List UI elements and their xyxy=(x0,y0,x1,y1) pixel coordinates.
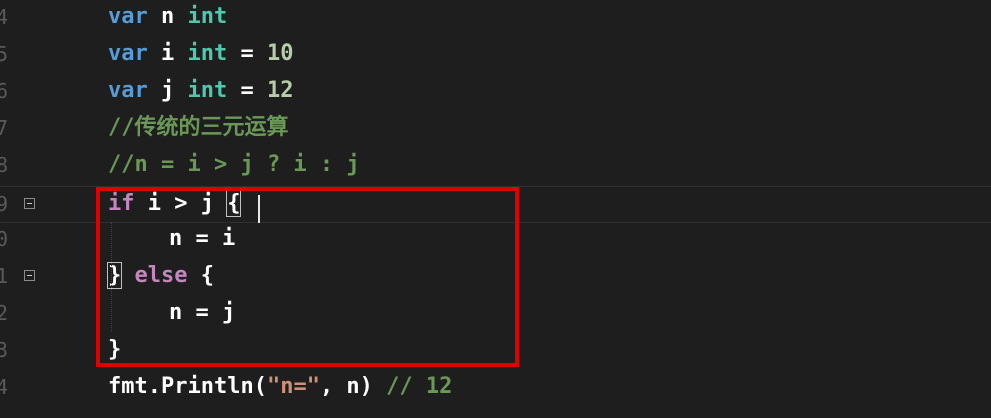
type-token: int xyxy=(187,78,228,103)
code-line[interactable]: 5 var i int = 10 xyxy=(0,37,991,74)
fold-collapse-icon[interactable] xyxy=(24,198,35,209)
comment-token: // 12 xyxy=(386,374,453,399)
keyword-token: var xyxy=(108,41,148,66)
line-number: 6 xyxy=(0,79,8,103)
line-number: 1 xyxy=(0,264,8,288)
function-call-token: fmt.Println( xyxy=(108,374,267,399)
line-number: 4 xyxy=(0,5,8,29)
keyword-token: var xyxy=(108,4,148,29)
line-number: 8 xyxy=(0,153,8,177)
line-number: 2 xyxy=(0,301,8,325)
annotation-highlight-box xyxy=(96,187,519,367)
code-editor[interactable]: 4 var n int 5 var i int = 10 6 var j int… xyxy=(0,0,991,418)
code-line[interactable]: 4 var n int xyxy=(0,0,991,37)
line-number: 4 xyxy=(0,375,8,399)
line-number: 5 xyxy=(0,42,8,66)
identifier-token: n xyxy=(161,4,175,29)
code-line[interactable]: 8 //n = i > j ? i : j xyxy=(0,148,991,185)
number-token: 10 xyxy=(267,41,294,66)
type-token: int xyxy=(187,4,228,29)
operator-token: = xyxy=(227,78,267,103)
identifier-token: i xyxy=(161,41,175,66)
fold-collapse-icon[interactable] xyxy=(24,270,35,281)
code-line[interactable]: 6 var j int = 12 xyxy=(0,74,991,111)
identifier-token: j xyxy=(161,78,175,103)
line-number: 9 xyxy=(0,192,8,216)
string-token: "n=" xyxy=(266,374,320,399)
code-text[interactable]: fmt.Println("n=", n) // 12 xyxy=(108,372,452,402)
code-text[interactable]: var n int xyxy=(108,2,227,32)
type-token: int xyxy=(187,41,228,66)
comment-token[interactable]: //传统的三元运算 xyxy=(108,113,289,143)
line-number: 7 xyxy=(0,116,8,140)
code-line[interactable]: 4 fmt.Println("n=", n) // 12 xyxy=(0,370,991,407)
line-number: 3 xyxy=(0,338,8,362)
operator-token: = xyxy=(227,41,267,66)
keyword-token: var xyxy=(108,78,148,103)
line-number: 0 xyxy=(0,227,8,251)
code-text[interactable]: var j int = 12 xyxy=(108,76,294,106)
comment-token[interactable]: //n = i > j ? i : j xyxy=(108,150,360,180)
argument-token: , n) xyxy=(319,374,387,399)
number-token: 12 xyxy=(267,78,294,103)
code-line[interactable]: 7 //传统的三元运算 xyxy=(0,111,991,148)
code-text[interactable]: var i int = 10 xyxy=(108,39,294,69)
